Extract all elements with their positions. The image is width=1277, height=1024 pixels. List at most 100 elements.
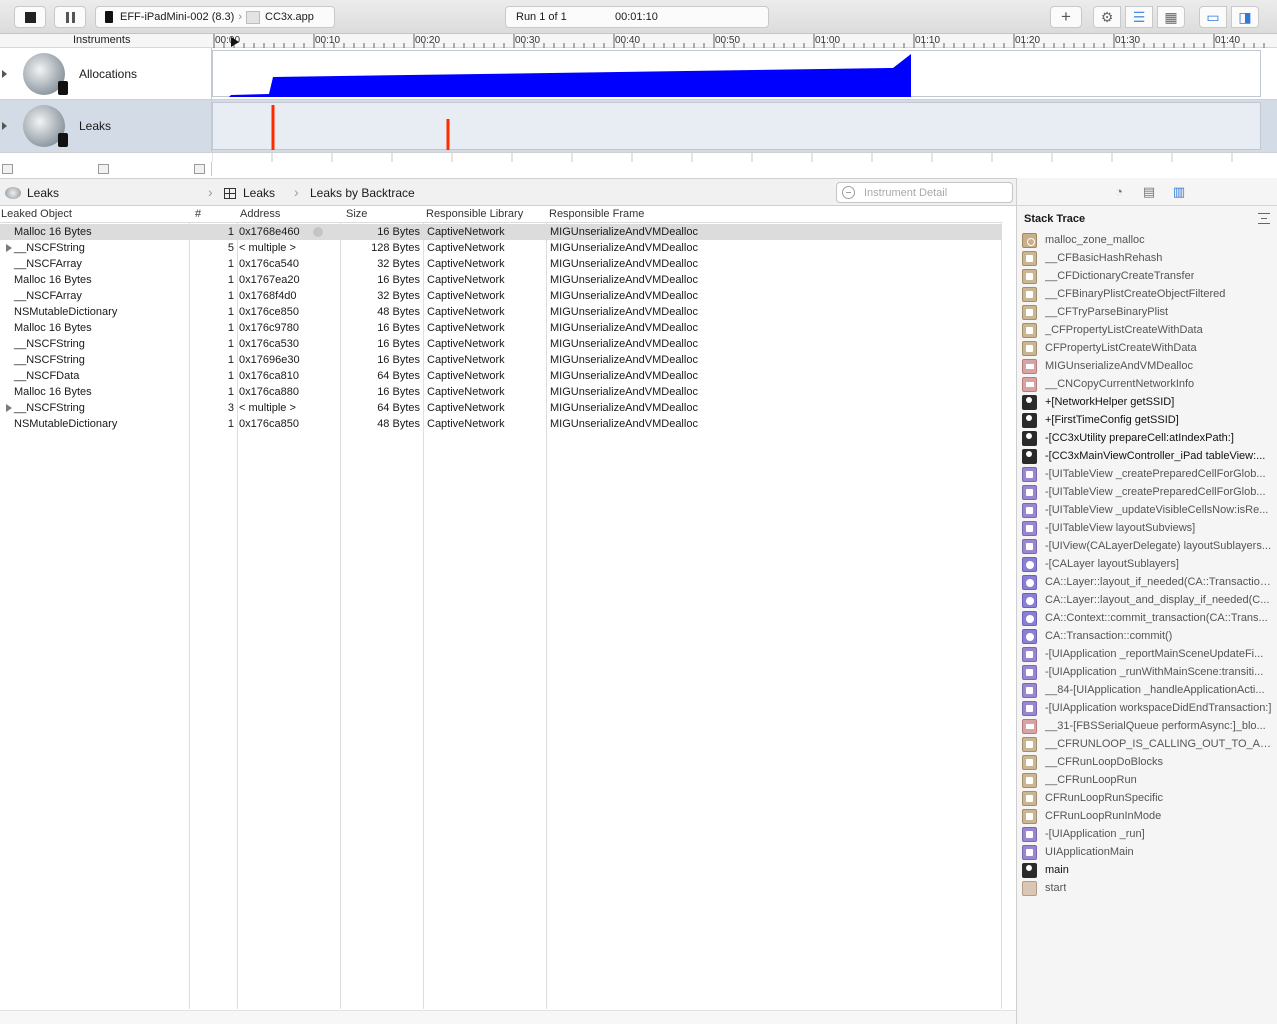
stack-frame[interactable]: _CFPropertyListCreateWithData <box>1022 321 1272 339</box>
extended-detail-tab-icon[interactable]: ▥ <box>1172 185 1186 198</box>
stack-frame[interactable]: -[UITableView layoutSubviews] <box>1022 519 1272 537</box>
graph-mode-icon[interactable] <box>2 164 13 174</box>
column-header-library[interactable]: Responsible Library <box>426 208 523 220</box>
table-row[interactable]: Malloc 16 Bytes 1 0x1768e460 16 Bytes Captiv… <box>0 224 1002 240</box>
stack-frame[interactable]: +[NetworkHelper getSSID] <box>1022 393 1272 411</box>
view-breadcrumb[interactable]: Leaks <box>224 186 275 200</box>
stack-frame[interactable]: __CFBasicHashRehash <box>1022 249 1272 267</box>
stack-frame[interactable]: -[UIApplication _reportMainSceneUpdateFi… <box>1022 645 1272 663</box>
target-selector[interactable]: EFF-iPadMini-002 (8.3) › CC3x.app <box>95 6 335 28</box>
toggle-bottom-pane-button[interactable]: ▭ <box>1199 6 1227 28</box>
table-row[interactable]: __NSCFString 1 0x176ca530 16 Bytes CaptiveNe… <box>0 336 1002 352</box>
column-header-leaked-object[interactable]: Leaked Object <box>1 208 72 220</box>
record-settings-button[interactable]: ⚙ <box>1093 6 1121 28</box>
stack-frame-label: start <box>1045 882 1067 894</box>
table-row[interactable]: __NSCFArray 1 0x1768f4d0 32 Bytes CaptiveNet… <box>0 288 1002 304</box>
column-header-size[interactable]: Size <box>346 208 367 220</box>
record-settings-tab-icon[interactable]: ◔ <box>1112 185 1126 198</box>
column-header-count[interactable]: # <box>195 208 201 220</box>
stack-frame[interactable]: CA::Layer::layout_if_needed(CA::Transact… <box>1022 573 1272 591</box>
track-allocations[interactable]: Allocations <box>0 48 1277 100</box>
filter-track-icon[interactable] <box>98 164 109 174</box>
stack-frame[interactable]: -[CC3xUtility prepareCell:atIndexPath:] <box>1022 429 1272 447</box>
stack-frame[interactable]: -[UIApplication workspaceDidEndTransacti… <box>1022 699 1272 717</box>
stack-frame[interactable]: CFPropertyListCreateWithData <box>1022 339 1272 357</box>
address-cell: 0x1767ea20 <box>239 274 300 286</box>
stack-frame[interactable]: -[UIApplication _runWithMainScene:transi… <box>1022 663 1272 681</box>
time-ruler[interactable]: Instruments 00:00 00:10 00:20 00:30 00:40 00:… <box>0 34 1277 48</box>
track-header-allocations[interactable]: Allocations <box>0 48 212 99</box>
disclosure-triangle-icon[interactable] <box>6 244 12 252</box>
toggle-right-pane-button[interactable]: ◨ <box>1231 6 1259 28</box>
table-row[interactable]: __NSCFString 3 < multiple > 64 Bytes Captive… <box>0 400 1002 416</box>
instrument-detail-search[interactable]: Instrument Detail <box>836 182 1013 203</box>
table-row[interactable]: NSMutableDictionary 1 0x176ce850 48 Bytes Ca… <box>0 304 1002 320</box>
display-settings-tab-icon[interactable]: ▤ <box>1142 185 1156 198</box>
table-row[interactable]: NSMutableDictionary 1 0x176ca850 48 Bytes Ca… <box>0 416 1002 432</box>
stack-frame[interactable]: __84-[UIApplication _handleApplicationAc… <box>1022 681 1272 699</box>
stack-frame[interactable]: CA::Transaction::commit() <box>1022 627 1272 645</box>
lower-ruler-ticks <box>212 153 1233 162</box>
extended-detail-button[interactable]: ▦ <box>1157 6 1185 28</box>
stop-button[interactable] <box>14 6 46 28</box>
table-row[interactable]: Malloc 16 Bytes 1 0x176ca880 16 Bytes Captiv… <box>0 384 1002 400</box>
stack-frame[interactable]: -[UIApplication _run] <box>1022 825 1272 843</box>
stack-frame[interactable]: CFRunLoopRunInMode <box>1022 807 1272 825</box>
table-row[interactable]: __NSCFData 1 0x176ca810 64 Bytes CaptiveNetw… <box>0 368 1002 384</box>
size-cell: 32 Bytes <box>377 258 420 270</box>
stack-frame[interactable]: main <box>1022 861 1272 879</box>
table-row[interactable]: Malloc 16 Bytes 1 0x1767ea20 16 Bytes Captiv… <box>0 272 1002 288</box>
stack-frame[interactable]: -[UIView(CALayerDelegate) layoutSublayer… <box>1022 537 1272 555</box>
stack-frame[interactable]: MIGUnserializeAndVMDealloc <box>1022 357 1272 375</box>
allocations-graph[interactable] <box>212 50 1261 97</box>
stack-trace-options-icon[interactable] <box>1258 213 1270 224</box>
stack-frame[interactable]: __CFBinaryPlistCreateObjectFiltered <box>1022 285 1272 303</box>
stack-frame[interactable]: __31-[FBSSerialQueue performAsync:]_blo.… <box>1022 717 1272 735</box>
view-name: Leaks <box>243 186 276 200</box>
stack-frame[interactable]: __CFTryParseBinaryPlist <box>1022 303 1272 321</box>
instrument-breadcrumb[interactable]: Leaks <box>5 186 59 200</box>
stack-frame[interactable]: -[CALayer layoutSublayers] <box>1022 555 1272 573</box>
stack-frame[interactable]: __CFRUNLOOP_IS_CALLING_OUT_TO_A_... <box>1022 735 1272 753</box>
stack-frame-label: malloc_zone_malloc <box>1045 234 1145 246</box>
add-instrument-button[interactable]: + <box>1050 6 1082 28</box>
stack-frame[interactable]: UIApplicationMain <box>1022 843 1272 861</box>
stack-frame[interactable]: start <box>1022 879 1272 897</box>
stack-frame[interactable]: -[UITableView _createPreparedCellForGlob… <box>1022 465 1272 483</box>
stack-frame[interactable]: __CFRunLoopDoBlocks <box>1022 753 1272 771</box>
column-header-address[interactable]: Address <box>240 208 280 220</box>
table-row[interactable]: __NSCFArray 1 0x176ca540 32 Bytes CaptiveNet… <box>0 256 1002 272</box>
stack-frame[interactable]: -[UITableView _updateVisibleCellsNow:isR… <box>1022 501 1272 519</box>
leaks-graph[interactable] <box>212 102 1261 150</box>
stack-frame[interactable]: malloc_zone_malloc <box>1022 231 1272 249</box>
stack-frame-label: MIGUnserializeAndVMDealloc <box>1045 360 1193 372</box>
stack-frame[interactable]: __CFRunLoopRun <box>1022 771 1272 789</box>
stack-frame[interactable]: -[CC3xMainViewController_iPad tableView:… <box>1022 447 1272 465</box>
horizontal-scrollbar[interactable] <box>0 1010 1017 1024</box>
column-header-frame[interactable]: Responsible Frame <box>549 208 644 220</box>
stack-frame[interactable]: CA::Context::commit_transaction(CA::Tran… <box>1022 609 1272 627</box>
stack-frame[interactable]: -[UITableView _createPreparedCellForGlob… <box>1022 483 1272 501</box>
stack-frame-label: __CFRunLoopRun <box>1045 774 1137 786</box>
stack-frame[interactable]: +[FirstTimeConfig getSSID] <box>1022 411 1272 429</box>
track-leaks[interactable]: Leaks <box>0 100 1277 153</box>
display-settings-button[interactable]: ☰ <box>1125 6 1153 28</box>
allocations-area-chart <box>229 54 911 97</box>
disclosure-triangle-icon[interactable] <box>2 122 7 130</box>
stack-frame[interactable]: __CNCopyCurrentNetworkInfo <box>1022 375 1272 393</box>
stack-frame[interactable]: __CFDictionaryCreateTransfer <box>1022 267 1272 285</box>
table-row[interactable]: __NSCFString 5 < multiple > 128 Bytes Captiv… <box>0 240 1002 256</box>
count-cell: 1 <box>227 306 234 318</box>
mode-breadcrumb[interactable]: Leaks by Backtrace <box>310 186 415 200</box>
disclosure-triangle-icon[interactable] <box>6 404 12 412</box>
stack-frame[interactable]: CA::Layer::layout_and_display_if_needed(… <box>1022 591 1272 609</box>
lib-frame-icon <box>1022 286 1037 302</box>
table-row[interactable]: Malloc 16 Bytes 1 0x176c9780 16 Bytes Captiv… <box>0 320 1002 336</box>
track-header-leaks[interactable]: Leaks <box>0 100 212 152</box>
go-arrow-icon[interactable] <box>313 227 323 237</box>
table-row[interactable]: __NSCFString 1 0x17696e30 16 Bytes CaptiveNe… <box>0 352 1002 368</box>
pause-button[interactable] <box>54 6 86 28</box>
disclosure-triangle-icon[interactable] <box>2 69 7 78</box>
stack-frame[interactable]: CFRunLoopRunSpecific <box>1022 789 1272 807</box>
collapse-track-icon[interactable] <box>194 164 205 174</box>
